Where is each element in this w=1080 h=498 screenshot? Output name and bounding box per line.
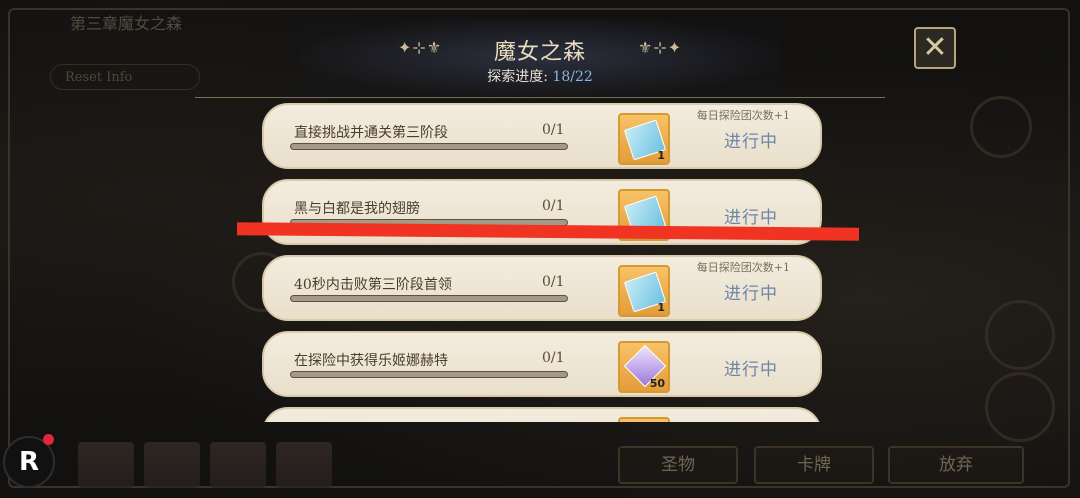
- mission-status: 进行中: [724, 208, 778, 228]
- reward-item[interactable]: [618, 417, 670, 422]
- mission-name: 40秒内击败第三阶段首领: [294, 277, 452, 293]
- mission-note: 每日探险团次数+1: [696, 109, 790, 122]
- background-sub-label: Reset Info: [50, 64, 200, 90]
- background-chapter-title: 第三章魔女之森: [70, 14, 183, 33]
- mission-card: 每日探险团次数+1 直接挑战并通关第三阶段 0/1 1 进行中: [262, 103, 822, 169]
- reward-quantity: 1: [657, 149, 665, 162]
- mission-card: [262, 407, 822, 422]
- reward-quantity: 1: [657, 301, 665, 314]
- popup-title: 魔女之森: [493, 40, 586, 65]
- party-member-thumbnail: [276, 442, 332, 488]
- reward-quantity: 50: [649, 377, 665, 390]
- mission-card: 每日探险团次数+1 40秒内击败第三阶段首领 0/1 1 进行中: [262, 255, 822, 321]
- mission-progress-bar: [290, 295, 568, 302]
- mission-name: 在探险中获得乐姬娜赫特: [294, 353, 448, 369]
- mission-name: 黑与白都是我的翅膀: [294, 201, 420, 217]
- party-member-thumbnail: [210, 442, 266, 488]
- mission-card: 在探险中获得乐姬娜赫特 0/1 50 进行中: [262, 331, 822, 397]
- mission-count: 0/1: [542, 350, 565, 366]
- header-divider: [195, 97, 885, 98]
- popup-header: ✦⊹⚜ 魔女之森 ⚜⊹✦ 探索进度: 18/22: [300, 18, 780, 96]
- mission-progress-bar: [290, 143, 568, 150]
- mission-note: 每日探险团次数+1: [696, 261, 790, 274]
- mission-count: 0/1: [542, 198, 565, 214]
- mission-progress-bar: [290, 371, 568, 378]
- card-button: 卡牌: [754, 446, 874, 484]
- progress-value: 18/22: [552, 69, 593, 85]
- reward-item[interactable]: 50: [618, 341, 670, 393]
- reward-item[interactable]: 1: [618, 113, 670, 165]
- close-button[interactable]: ✕: [914, 27, 956, 69]
- mission-name: 直接挑战并通关第三阶段: [294, 125, 448, 141]
- close-icon: ✕: [922, 30, 948, 65]
- mission-status: 进行中: [724, 284, 778, 304]
- mission-status: 进行中: [724, 360, 778, 380]
- abandon-button: 放弃: [888, 446, 1024, 484]
- reward-item[interactable]: 1: [618, 265, 670, 317]
- mission-list[interactable]: 每日探险团次数+1 直接挑战并通关第三阶段 0/1 1 进行中 黑与白都是我的翅…: [262, 103, 822, 422]
- ornament-right-icon: ⚜⊹✦: [638, 38, 683, 57]
- progress-label: 探索进度:: [487, 69, 548, 85]
- background-node: [970, 96, 1032, 158]
- background-node: [985, 300, 1055, 370]
- party-member-thumbnail: [78, 442, 134, 488]
- party-member-thumbnail: [144, 442, 200, 488]
- mission-count: 0/1: [542, 274, 565, 290]
- background-node: [985, 372, 1055, 442]
- exploration-progress: 探索进度: 18/22: [300, 66, 780, 86]
- mission-count: 0/1: [542, 122, 565, 138]
- notification-dot: [43, 434, 54, 445]
- mission-status: 进行中: [724, 132, 778, 152]
- relic-button: 圣物: [618, 446, 738, 484]
